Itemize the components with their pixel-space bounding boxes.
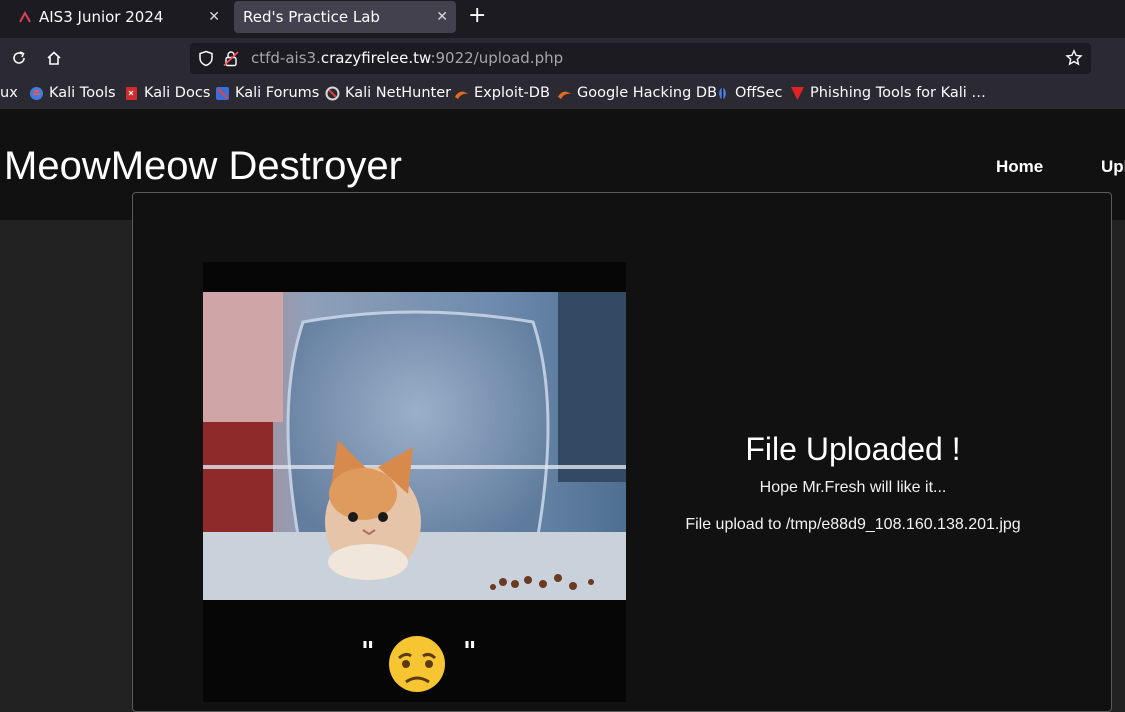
upload-file-path: File upload to /tmp/e88d9_108.160.138.20… xyxy=(685,516,1021,533)
kali-tools-icon xyxy=(29,86,44,101)
bookmark-kali-tools[interactable]: Kali Tools xyxy=(29,85,116,101)
tab-label: Red's Practice Lab xyxy=(243,8,380,26)
gif-caption-right-quote: " xyxy=(463,637,477,667)
upload-result-heading: File Uploaded ! xyxy=(745,431,961,467)
bookmark-star-icon[interactable] xyxy=(1065,49,1083,71)
gif-caption-left-quote: " xyxy=(361,637,375,667)
address-bar[interactable]: ctfd-ais3.crazyfirelee.tw:9022/upload.ph… xyxy=(190,43,1091,74)
new-tab-plus-icon[interactable]: + xyxy=(468,5,486,27)
url-text: ctfd-ais3.crazyfirelee.tw:9022/upload.ph… xyxy=(251,49,564,67)
bookmark-offsec[interactable]: OffSec xyxy=(715,85,783,101)
tab-reds-practice-lab[interactable]: Red's Practice Lab ✕ xyxy=(234,1,456,33)
worried-face-emoji-icon xyxy=(389,636,445,692)
bookmark-phishing-tools[interactable]: Phishing Tools for Kali … xyxy=(790,85,986,101)
offsec-icon xyxy=(715,86,730,101)
upload-result-card: " " File Uploaded ! Hope Mr.Fresh will l… xyxy=(132,192,1112,712)
bookmark-kali-forums[interactable]: Kali Forums xyxy=(215,85,319,101)
reload-icon[interactable] xyxy=(9,48,29,68)
cat-gif-image: " " xyxy=(203,262,626,702)
close-tab-icon[interactable]: ✕ xyxy=(208,9,220,25)
upload-result-message: Hope Mr.Fresh will like it... xyxy=(759,479,947,496)
phishing-tools-icon xyxy=(790,86,805,101)
kali-nethunter-icon xyxy=(325,86,340,101)
insecure-lock-icon[interactable] xyxy=(223,50,239,71)
home-icon[interactable] xyxy=(44,48,64,68)
tab-label: AIS3 Junior 2024 xyxy=(39,8,164,26)
bookmark-exploit-db[interactable]: Exploit-DB xyxy=(454,85,550,101)
kali-forums-icon xyxy=(215,86,230,101)
close-tab-icon[interactable]: ✕ xyxy=(436,9,448,25)
exploit-db-icon xyxy=(454,86,469,101)
shield-icon[interactable] xyxy=(198,50,214,71)
browser-tab-strip: AIS3 Junior 2024 ✕ Red's Practice Lab ✕ … xyxy=(0,0,1125,38)
nav-home-link[interactable]: Home xyxy=(996,157,1043,177)
bookmark-kali-docs[interactable]: Kali Docs xyxy=(124,85,210,101)
bookmark-kali-nethunter[interactable]: Kali NetHunter xyxy=(325,85,451,101)
tab-ais3-junior[interactable]: AIS3 Junior 2024 ✕ xyxy=(8,1,228,33)
bookmarks-toolbar: ux Kali Tools Kali Docs Kali Forums Kali… xyxy=(0,78,1125,109)
browser-nav-bar: ctfd-ais3.crazyfirelee.tw:9022/upload.ph… xyxy=(0,38,1125,78)
nav-upload-link[interactable]: Upl xyxy=(1101,157,1125,177)
bookmark-item[interactable]: ux xyxy=(0,85,18,101)
bookmark-google-hacking-db[interactable]: Google Hacking DB xyxy=(557,85,717,101)
google-hacking-db-icon xyxy=(557,86,572,101)
site-title: MeowMeow Destroyer xyxy=(4,144,402,188)
kali-docs-icon xyxy=(124,86,139,101)
upload-result-panel: File Uploaded ! Hope Mr.Fresh will like … xyxy=(653,431,1053,534)
ctfd-favicon-icon xyxy=(18,10,32,24)
